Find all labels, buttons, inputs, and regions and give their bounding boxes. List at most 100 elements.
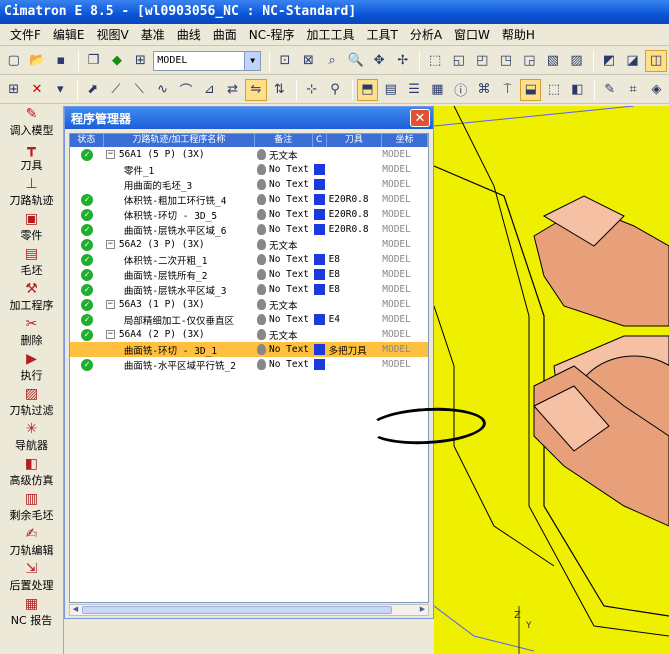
sidebar-item-7[interactable]: ▶ 执行 <box>0 351 63 386</box>
filter-small-icon[interactable]: ▾ <box>50 79 71 101</box>
curve-select-icon[interactable]: ∿ <box>152 79 173 101</box>
magnify-icon[interactable]: 🔍 <box>345 50 367 72</box>
green-arrow-icon[interactable]: ◆ <box>106 50 128 72</box>
menu-machining-tools[interactable]: 加工工具 <box>300 26 360 43</box>
nc-grid-icon[interactable]: ⊞ <box>3 79 24 101</box>
sidebar-item-13[interactable]: ⇲ 后置处理 <box>0 561 63 596</box>
contour-select-icon[interactable]: ⌒ <box>175 79 196 101</box>
open-file-icon[interactable]: 📂 <box>27 50 49 72</box>
3d-viewport[interactable]: Z Y <box>434 106 669 654</box>
col-note[interactable]: 备注 <box>255 134 313 147</box>
menu-view[interactable]: 视图V <box>91 26 135 43</box>
layer-icon[interactable]: ⊞ <box>130 50 152 72</box>
new-file-icon[interactable]: ▢ <box>3 50 25 72</box>
sidebar-item-8[interactable]: ▨ 刀轨过滤 <box>0 386 63 421</box>
cursor-plus-icon[interactable]: ⊹ <box>301 79 322 101</box>
menu-help[interactable]: 帮助H <box>496 26 541 43</box>
select-mode-icon[interactable]: ⇋ <box>245 78 267 101</box>
sidebar-item-4[interactable]: ▤ 毛坯 <box>0 246 63 281</box>
report-icon[interactable]: ▤ <box>380 79 401 101</box>
table-row[interactable]: ✓ 体积铣-粗加工环行铣_4 No Text E20R0.8 MODEL <box>70 192 428 207</box>
machine-icon[interactable]: ⬓ <box>520 78 542 101</box>
menu-file[interactable]: 文件F <box>4 26 47 43</box>
sidebar-item-11[interactable]: ▥ 剩余毛坯 <box>0 491 63 526</box>
collapse-icon[interactable]: − <box>105 300 115 309</box>
table-row[interactable]: ✓ 体积铣-环切 - 3D_5 No Text E20R0.8 MODEL <box>70 207 428 222</box>
table-row[interactable]: ✓ −56A1 (5 P) (3X) 无文本 MODEL <box>70 147 428 162</box>
zoom-icon[interactable]: ⌕ <box>321 50 343 72</box>
face-select-icon[interactable]: ⊿ <box>199 79 220 101</box>
collapse-icon[interactable]: − <box>105 330 115 339</box>
col-c[interactable]: C <box>313 134 327 147</box>
chevron-down-icon[interactable]: ▼ <box>244 51 261 70</box>
horizontal-scrollbar[interactable]: ◀ ▶ <box>69 604 429 616</box>
cube-icon[interactable]: ⬚ <box>543 79 564 101</box>
tool-holder-icon[interactable]: ⍑ <box>497 79 518 101</box>
save-icon[interactable]: ▪ <box>50 50 72 72</box>
zoom-extents-icon[interactable]: ⊠ <box>298 50 320 72</box>
view-top-icon[interactable]: ◰ <box>472 50 494 72</box>
col-status[interactable]: 状态 <box>70 134 104 147</box>
copy-icon[interactable]: ❐ <box>83 50 105 72</box>
shape-icon[interactable]: ◈ <box>646 79 667 101</box>
edge-select-icon[interactable]: ⟋ <box>105 79 126 101</box>
menu-surface[interactable]: 曲面 <box>207 26 243 43</box>
wire-icon[interactable]: ⌗ <box>622 79 643 101</box>
table-icon[interactable]: ▦ <box>427 79 448 101</box>
table-row[interactable]: ✓ −56A2 (3 P) (3X) 无文本 MODEL <box>70 237 428 252</box>
table-row[interactable]: ✓ 局部精细加工-仅仅垂直区 No Text E4 MODEL <box>70 312 428 327</box>
menu-nc-program[interactable]: NC-程序 <box>243 26 301 43</box>
table-row[interactable]: ✓ 曲面铣-层铣水平区域_3 No Text E8 MODEL <box>70 282 428 297</box>
info-icon[interactable]: ⓘ <box>450 79 471 101</box>
view-left-icon[interactable]: ◲ <box>519 50 541 72</box>
view-bottom-icon[interactable]: ▨ <box>566 50 588 72</box>
list-icon[interactable]: ☰ <box>403 79 424 101</box>
display-mode-icon[interactable]: ◫ <box>645 49 667 72</box>
scroll-thumb[interactable] <box>82 606 392 614</box>
wireframe-icon[interactable]: ◪ <box>622 50 644 72</box>
sketch-icon[interactable]: ✎ <box>599 79 620 101</box>
menu-datum[interactable]: 基准 <box>135 26 171 43</box>
measure-icon[interactable]: ⚲ <box>324 79 345 101</box>
table-row[interactable]: 曲面铣-环切 - 3D_1 No Text 多把刀具 MODEL <box>70 342 428 357</box>
col-name[interactable]: 刀路轨迹/加工程序名称 <box>104 134 255 147</box>
surface-select-icon[interactable]: ⟍ <box>129 79 150 101</box>
view-front-icon[interactable]: ◱ <box>448 50 470 72</box>
swap-icon[interactable]: ⇅ <box>269 79 290 101</box>
pan-icon[interactable]: ✥ <box>368 50 390 72</box>
scroll-left-icon[interactable]: ◀ <box>70 605 81 615</box>
collapse-icon[interactable]: − <box>105 150 115 159</box>
table-row[interactable]: ✓ 曲面铣-层铣所有_2 No Text E8 MODEL <box>70 267 428 282</box>
sidebar-item-12[interactable]: ✍ 刀轨编辑 <box>0 526 63 561</box>
col-tool[interactable]: 刀具 <box>327 134 383 147</box>
close-icon[interactable]: ✕ <box>410 109 430 127</box>
delete-x-icon[interactable]: ✕ <box>26 79 47 101</box>
sidebar-item-2[interactable]: ⊥ 刀路轨迹 <box>0 176 63 211</box>
menu-analysis[interactable]: 分析A <box>404 26 448 43</box>
solid-icon[interactable]: ◧ <box>567 79 588 101</box>
sidebar-item-9[interactable]: ✳ 导航器 <box>0 421 63 456</box>
menu-window[interactable]: 窗口W <box>448 26 496 43</box>
sidebar-item-5[interactable]: ⚒ 加工程序 <box>0 281 63 316</box>
toolpath-view-icon[interactable]: ⬒ <box>356 78 379 101</box>
col-coord[interactable]: 坐标 <box>382 134 428 147</box>
move-icon[interactable]: ⇄ <box>222 79 243 101</box>
sidebar-item-10[interactable]: ◧ 高级仿真 <box>0 456 63 491</box>
table-row[interactable]: ✓ −56A3 (1 P) (3X) 无文本 MODEL <box>70 297 428 312</box>
menu-tools[interactable]: 工具T <box>360 26 403 43</box>
table-row[interactable]: 用曲面的毛坯_3 No Text MODEL <box>70 177 428 192</box>
pick-icon[interactable]: ⬈ <box>82 79 103 101</box>
view-back-icon[interactable]: ▧ <box>542 50 564 72</box>
attach-icon[interactable]: ⌘ <box>473 79 494 101</box>
sidebar-item-0[interactable]: ✎ 调入模型 <box>0 106 63 141</box>
collapse-icon[interactable]: − <box>105 240 115 249</box>
sidebar-item-14[interactable]: ▦ NC 报告 <box>0 596 63 631</box>
table-row[interactable]: ✓ −56A4 (2 P) (3X) 无文本 MODEL <box>70 327 428 342</box>
sidebar-item-3[interactable]: ▣ 零件 <box>0 211 63 246</box>
model-combo[interactable]: MODEL ▼ <box>153 50 262 71</box>
menu-curve[interactable]: 曲线 <box>171 26 207 43</box>
rotate-icon[interactable]: ✢ <box>392 50 414 72</box>
table-row[interactable]: ✓ 曲面铣-层铣水平区域_6 No Text E20R0.8 MODEL <box>70 222 428 237</box>
zoom-window-icon[interactable]: ⊡ <box>274 50 296 72</box>
view-right-icon[interactable]: ◳ <box>495 50 517 72</box>
